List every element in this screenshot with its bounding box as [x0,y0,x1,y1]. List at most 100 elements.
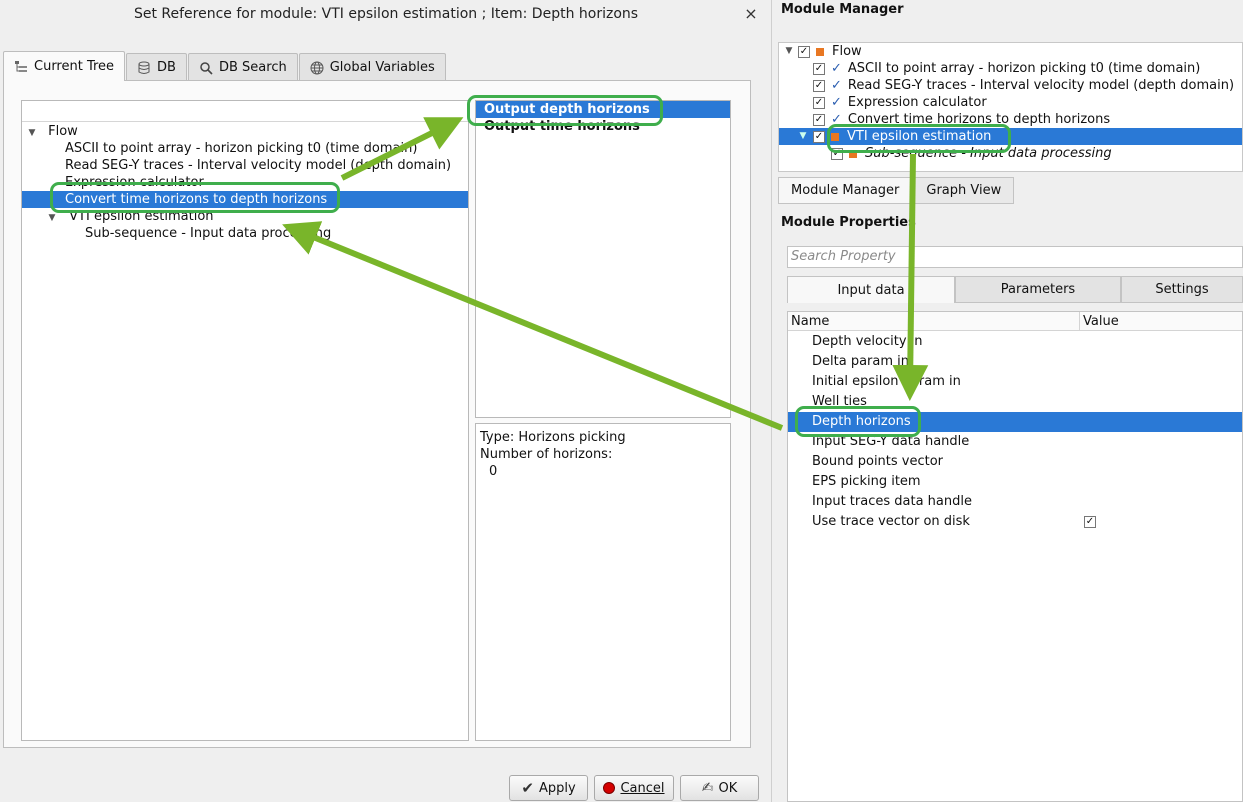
module-row[interactable]: ✓ ✓ ASCII to point array - horizon pickin… [779,60,1242,77]
module-row-selected[interactable]: ▼ ✓ VTI epsilon estimation [779,128,1242,145]
property-name: Depth horizons [812,414,911,429]
tab-current-tree[interactable]: Current Tree [3,51,126,81]
module-label: Sub-sequence - Input data processing [865,146,1112,161]
tab-settings[interactable]: Settings [1121,276,1243,303]
module-row[interactable]: ✓ ✓ Convert time horizons to depth horizo… [779,111,1242,128]
column-value-header: Value [1083,314,1119,329]
cancel-label: Cancel [620,780,665,796]
apply-label: Apply [538,780,576,796]
expand-caret-icon[interactable]: ▼ [783,43,795,60]
ok-button[interactable]: ✍ OK [680,775,759,801]
module-label: Read SEG-Y traces - Interval velocity mo… [847,78,1235,93]
dialog-title: Set Reference for module: VTI epsilon es… [133,6,639,22]
cancel-button[interactable]: Cancel [594,775,674,801]
checkbox[interactable]: ✓ [813,130,825,143]
info-count-label: Number of horizons: [480,447,613,462]
tree-label: Convert time horizons to depth horizons [65,192,328,207]
module-tree[interactable]: ▼ ✓ Flow ✓ ✓ ASCII to point array - horiz… [778,42,1243,172]
module-label: Flow [832,44,862,59]
output-item[interactable]: Output time horizons [476,118,730,135]
table-header: Name Value [788,312,1242,331]
checkbox[interactable]: ✓ [798,45,810,58]
module-properties-title: Module Properties [781,215,916,230]
module-row-flow[interactable]: ▼ ✓ Flow [779,43,1242,60]
property-name: Initial epsilon param in [812,374,961,389]
tree-item-selected[interactable]: Convert time horizons to depth horizons [22,191,468,208]
check-icon: ✓ [831,78,842,93]
tab-module-manager[interactable]: Module Manager [778,177,913,204]
thumbs-up-icon: ✍ [701,780,714,796]
tree-item-flow[interactable]: ▼ Flow [22,123,468,140]
tree-label: Sub-sequence - Input data processing [85,226,332,241]
property-name: Well ties [812,394,867,409]
check-icon: ✓ [831,112,842,127]
property-row[interactable]: Use trace vector on disk ✓ [788,512,1242,532]
checkbox[interactable]: ✓ [1084,516,1096,528]
property-name: Depth velocity in [812,334,923,349]
check-icon: ✓ [831,61,842,76]
tree-item[interactable]: Read SEG-Y traces - Interval velocity mo… [22,157,468,174]
property-row[interactable]: EPS picking item [788,472,1242,492]
item-info-panel: Type: Horizons picking Number of horizon… [475,423,731,741]
database-icon [138,61,150,74]
output-item-selected[interactable]: Output depth horizons [476,101,730,118]
tree-label: VTI epsilon estimation [69,209,214,224]
tab-label: Global Variables [329,60,435,75]
module-row[interactable]: ✓ Sub-sequence - Input data processing [779,145,1242,162]
module-row[interactable]: ✓ ✓ Expression calculator [779,94,1242,111]
search-icon [200,61,213,75]
property-name: Use trace vector on disk [812,514,970,529]
module-square-icon [816,47,824,56]
properties-table: Name Value Depth velocity in Delta param… [787,311,1243,802]
tab-parameters[interactable]: Parameters [955,276,1121,303]
property-row[interactable]: Well ties [788,392,1242,412]
module-manager-panel: Module Manager ▼ ✓ Flow ✓ ✓ ASCII to poin… [773,0,1243,802]
property-row-selected[interactable]: Depth horizons [788,412,1242,432]
output-items-list[interactable]: Output depth horizons Output time horizo… [475,100,731,418]
property-name: Input traces data handle [812,494,972,509]
dialog-tabs: Current Tree DB DB Search Global Variabl… [3,51,447,81]
tab-input-data[interactable]: Input data [787,276,955,303]
property-row[interactable]: Bound points vector [788,452,1242,472]
tab-global-variables[interactable]: Global Variables [298,53,446,81]
checkbox[interactable]: ✓ [831,147,843,160]
property-name: EPS picking item [812,474,921,489]
property-row[interactable]: Input traces data handle [788,492,1242,512]
tree-label: Flow [48,124,78,139]
tree-item[interactable]: ASCII to point array - horizon picking t… [22,140,468,157]
globe-icon [310,61,324,74]
tree-icon [15,60,27,72]
close-icon[interactable]: × [741,4,761,24]
tab-label: Current Tree [34,59,115,74]
tree-item[interactable]: Expression calculator [22,174,468,191]
module-row[interactable]: ✓ ✓ Read SEG-Y traces - Interval velocity… [779,77,1242,94]
property-row[interactable]: Initial epsilon param in [788,372,1242,392]
module-label: VTI epsilon estimation [847,129,992,144]
current-tree[interactable]: ▼ Flow ASCII to point array - horizon pi… [21,100,469,741]
column-name-header: Name [788,312,1080,330]
info-count-value: 0 [489,464,498,479]
tree-label: Read SEG-Y traces - Interval velocity mo… [65,158,452,173]
expand-caret-icon[interactable]: ▼ [797,128,809,145]
apply-button[interactable]: ✔ Apply [509,775,588,801]
checkbox[interactable]: ✓ [813,113,825,126]
checkbox[interactable]: ✓ [813,79,825,92]
checkbox[interactable]: ✓ [813,62,825,75]
tab-label: DB [157,60,176,75]
property-row[interactable]: Delta param in [788,352,1242,372]
checkbox[interactable]: ✓ [813,96,825,109]
tree-header [22,101,468,122]
tab-db[interactable]: DB [126,53,187,81]
tree-item[interactable]: Sub-sequence - Input data processing [22,225,468,242]
module-label: Expression calculator [847,95,987,110]
tree-label: ASCII to point array - horizon picking t… [65,141,418,156]
screen: Set Reference for module: VTI epsilon es… [0,0,1243,802]
property-row[interactable]: Input SEG-Y data handle [788,432,1242,452]
search-property-input[interactable]: Search Property [787,246,1243,268]
property-name: Delta param in [812,354,909,369]
tab-db-search[interactable]: DB Search [187,53,298,81]
property-row[interactable]: Depth velocity in [788,332,1242,352]
module-square-icon [849,149,857,158]
tree-item[interactable]: ▼ VTI epsilon estimation [22,208,468,225]
tab-graph-view[interactable]: Graph View [913,177,1015,204]
